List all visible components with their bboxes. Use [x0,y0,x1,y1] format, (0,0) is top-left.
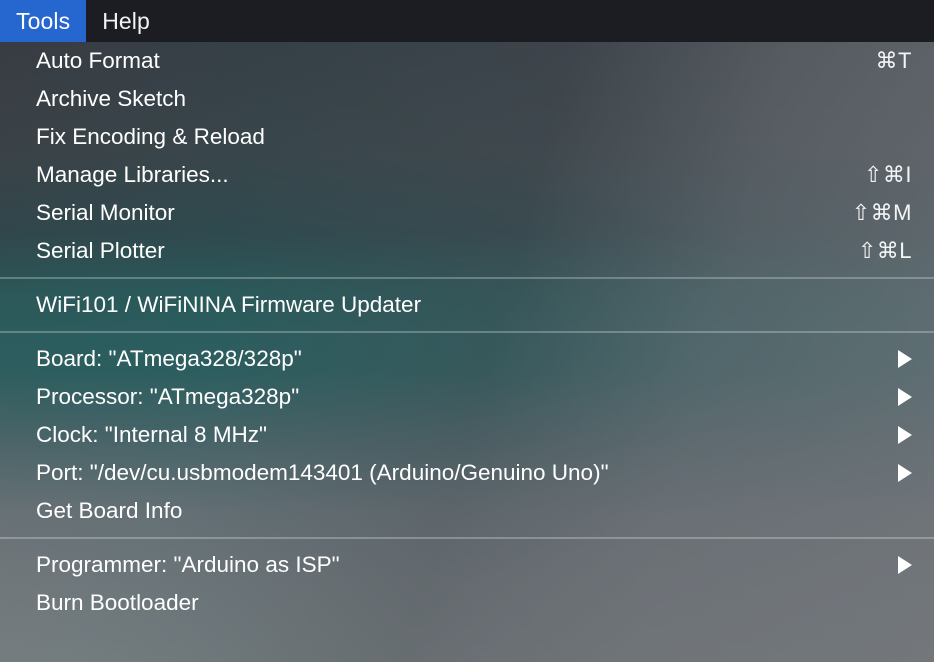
menu-item-port-dev-cuusbmodem143401-arduino-genuino-uno[interactable]: Port: "/dev/cu.usbmodem143401 (Arduino/G… [0,454,934,492]
menu-item-get-board-info[interactable]: Get Board Info [0,492,934,530]
menu-item-label: Serial Plotter [36,237,165,263]
menu-item-auto-format[interactable]: Auto Format ⌘T [0,42,934,80]
menu-item-shortcut: ⇧⌘I [863,162,912,187]
submenu-arrow-icon [898,426,912,444]
menu-item-clock-internal-8-mhz[interactable]: Clock: "Internal 8 MHz" [0,416,934,454]
menu-group-gap [0,279,934,286]
menu-item-archive-sketch[interactable]: Archive Sketch [0,80,934,118]
menu-item-label: Board: "ATmega328/328p" [36,345,302,371]
menu-item-label: Auto Format [36,47,160,73]
menu-item-label: Burn Bootloader [36,589,199,615]
menu-group-gap [0,333,934,340]
menu-item-label: Clock: "Internal 8 MHz" [36,421,268,447]
menu-separator [0,277,934,279]
menu-item-shortcut: ⇧⌘L [857,238,912,263]
menu-item-label: Serial Monitor [36,199,175,225]
menu-item-label: Fix Encoding & Reload [36,123,265,149]
submenu-arrow-icon [898,350,912,368]
menu-separator [0,537,934,539]
menu-item-label: Manage Libraries... [36,161,229,187]
menu-item-shortcut: ⇧⌘M [851,200,912,225]
submenu-arrow-icon [898,388,912,406]
menu-item-processor-atmega328p[interactable]: Processor: "ATmega328p" [0,378,934,416]
menu-bar: Tools Help [0,0,934,42]
menu-item-label: Port: "/dev/cu.usbmodem143401 (Arduino/G… [36,459,609,485]
menubar-item-help-label: Help [102,7,150,34]
menu-group-gap [0,270,934,277]
menu-item-burn-bootloader[interactable]: Burn Bootloader [0,584,934,622]
menu-item-label: Processor: "ATmega328p" [36,383,300,409]
menubar-item-tools-label: Tools [16,7,71,34]
menu-item-manage-libraries[interactable]: Manage Libraries... ⇧⌘I [0,156,934,194]
submenu-arrow-icon [898,556,912,574]
menu-group-gap [0,324,934,331]
menu-item-programmer-arduino-as-isp[interactable]: Programmer: "Arduino as ISP" [0,546,934,584]
menubar-item-tools[interactable]: Tools [0,0,87,42]
menu-item-serial-monitor[interactable]: Serial Monitor ⇧⌘M [0,194,934,232]
menu-item-label: Get Board Info [36,497,183,523]
menubar-item-help[interactable]: Help [86,0,166,42]
application-window: Tools Help Auto Format ⌘T Archive Sketch Fi… [0,0,934,662]
tools-dropdown-menu: Auto Format ⌘T Archive Sketch Fix Encoding … [0,42,934,662]
menu-item-label: Archive Sketch [36,85,187,111]
submenu-arrow-icon [898,464,912,482]
menu-item-serial-plotter[interactable]: Serial Plotter ⇧⌘L [0,232,934,270]
menu-item-board-atmega328-328p[interactable]: Board: "ATmega328/328p" [0,340,934,378]
menu-group-gap [0,530,934,537]
menu-item-list: Auto Format ⌘T Archive Sketch Fix Encoding … [0,42,934,622]
menu-item-label: WiFi101 / WiFiNINA Firmware Updater [36,291,422,317]
menu-item-fix-encoding-reload[interactable]: Fix Encoding & Reload [0,118,934,156]
menu-separator [0,331,934,333]
menu-item-label: Programmer: "Arduino as ISP" [36,551,340,577]
menu-item-wifi101-wifinina-firmware-updater[interactable]: WiFi101 / WiFiNINA Firmware Updater [0,286,934,324]
menu-item-shortcut: ⌘T [875,48,912,73]
menu-group-gap [0,539,934,546]
